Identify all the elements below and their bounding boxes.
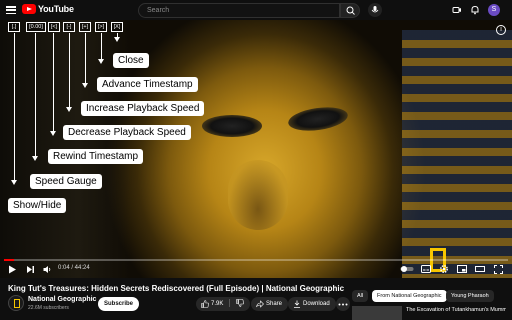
mic-button[interactable]	[368, 3, 382, 17]
close-arrow	[114, 37, 120, 42]
close-button[interactable]: [X]	[111, 22, 123, 32]
decrease-line	[69, 33, 70, 109]
speed-gauge-display: [0.00]	[26, 22, 46, 32]
show-hide-arrow	[11, 180, 17, 185]
fullscreen-button[interactable]	[492, 263, 504, 275]
mask-eye-right	[286, 103, 350, 135]
increase-speed-button[interactable]: [+]	[79, 22, 91, 32]
share-icon	[256, 300, 264, 308]
advance-button[interactable]: [>]	[95, 22, 107, 32]
rewind-button[interactable]: [<]	[48, 22, 60, 32]
download-button[interactable]: Download	[288, 297, 336, 311]
miniplayer-icon	[457, 265, 467, 273]
youtube-play-icon	[22, 4, 36, 14]
chip-from-channel[interactable]: From National Geographic	[372, 290, 447, 302]
subscribe-button[interactable]: Subscribe	[98, 297, 140, 311]
theater-button[interactable]	[474, 263, 486, 275]
download-label: Download	[303, 301, 330, 307]
gear-icon	[440, 265, 448, 273]
search-button[interactable]	[340, 3, 360, 18]
video-headdress	[402, 30, 512, 278]
time-display: 0:04 / 44:24	[58, 265, 90, 271]
recommendation-title[interactable]: The Excavation of Tutankhamun's Mummy | …	[406, 307, 506, 314]
thumbs-down-icon[interactable]	[235, 299, 244, 308]
increase-arrow	[82, 83, 88, 88]
avatar[interactable]: S	[488, 4, 500, 16]
decrease-arrow	[66, 107, 72, 112]
channel-avatar[interactable]	[8, 295, 24, 311]
settings-button[interactable]	[438, 263, 450, 275]
top-bar: YouTube Search S	[0, 0, 512, 20]
menu-icon[interactable]	[6, 6, 16, 15]
subscriber-count: 22.6M subscribers	[28, 305, 69, 311]
like-divider	[229, 299, 231, 308]
player-controls: 0:04 / 44:24	[0, 263, 512, 277]
like-button[interactable]: 7.9K	[196, 297, 250, 311]
video-title: King Tut's Treasures: Hidden Secrets Red…	[8, 284, 345, 293]
thumbs-up-icon	[201, 300, 209, 308]
channel-name[interactable]: National Geographic	[28, 296, 96, 303]
youtube-logo[interactable]: YouTube	[22, 4, 74, 14]
subtitles-button[interactable]	[420, 263, 432, 275]
decrease-speed-button[interactable]: [-]	[63, 22, 75, 32]
speed-line	[35, 33, 36, 159]
show-hide-label: Show/Hide	[8, 198, 67, 213]
volume-button[interactable]	[41, 263, 53, 275]
play-icon	[8, 265, 16, 273]
mask-eye-left	[202, 115, 262, 137]
more-actions-button[interactable]	[336, 297, 350, 311]
create-icon[interactable]	[452, 5, 462, 15]
advance-line	[101, 33, 102, 61]
video-info: King Tut's Treasures: Hidden Secrets Red…	[0, 278, 512, 320]
like-count: 7.9K	[211, 301, 224, 307]
next-button[interactable]	[24, 263, 36, 275]
rewind-label: Rewind Timestamp	[48, 149, 144, 164]
advance-label: Advance Timestamp	[97, 77, 198, 92]
rewind-arrow	[50, 131, 56, 136]
theater-icon	[475, 266, 485, 272]
play-button[interactable]	[6, 263, 18, 275]
chip-all[interactable]: All	[352, 290, 369, 302]
notifications-icon[interactable]	[470, 5, 480, 15]
download-icon	[294, 300, 300, 308]
show-hide-line	[14, 33, 15, 183]
close-label: Close	[113, 53, 149, 68]
advance-arrow	[98, 59, 104, 64]
progress-fill	[4, 259, 15, 261]
miniplayer-button[interactable]	[456, 263, 468, 275]
mic-icon	[371, 6, 379, 13]
video-player[interactable]: i [.] [0.00] [<] [-] [+] [>] [X] Close A…	[0, 20, 512, 278]
show-hide-toggle[interactable]: [.]	[8, 22, 20, 32]
share-button[interactable]: Share	[251, 297, 289, 311]
next-icon	[26, 265, 34, 273]
speed-arrow	[32, 156, 38, 161]
rewind-line	[53, 33, 54, 133]
chip-young-pharaoh[interactable]: Young Pharaoh	[446, 290, 494, 302]
subtitles-icon	[421, 265, 431, 273]
autoplay-toggle[interactable]	[400, 263, 414, 275]
more-horiz-icon	[338, 303, 348, 306]
search-icon	[346, 6, 355, 15]
logo-text: YouTube	[38, 4, 74, 14]
mask-nose	[228, 160, 288, 230]
recommendation-thumbnail[interactable]	[352, 306, 402, 320]
info-icon[interactable]: i	[496, 25, 506, 35]
speed-label: Speed Gauge	[30, 174, 102, 189]
search-input[interactable]: Search	[138, 3, 340, 18]
progress-bar[interactable]	[4, 259, 508, 261]
autoplay-icon	[400, 266, 414, 272]
decrease-label: Decrease Playback Speed	[63, 125, 191, 140]
increase-line	[85, 33, 86, 85]
fullscreen-icon	[493, 264, 503, 274]
volume-icon	[43, 265, 50, 273]
increase-label: Increase Playback Speed	[81, 101, 205, 116]
share-label: Share	[266, 301, 283, 307]
